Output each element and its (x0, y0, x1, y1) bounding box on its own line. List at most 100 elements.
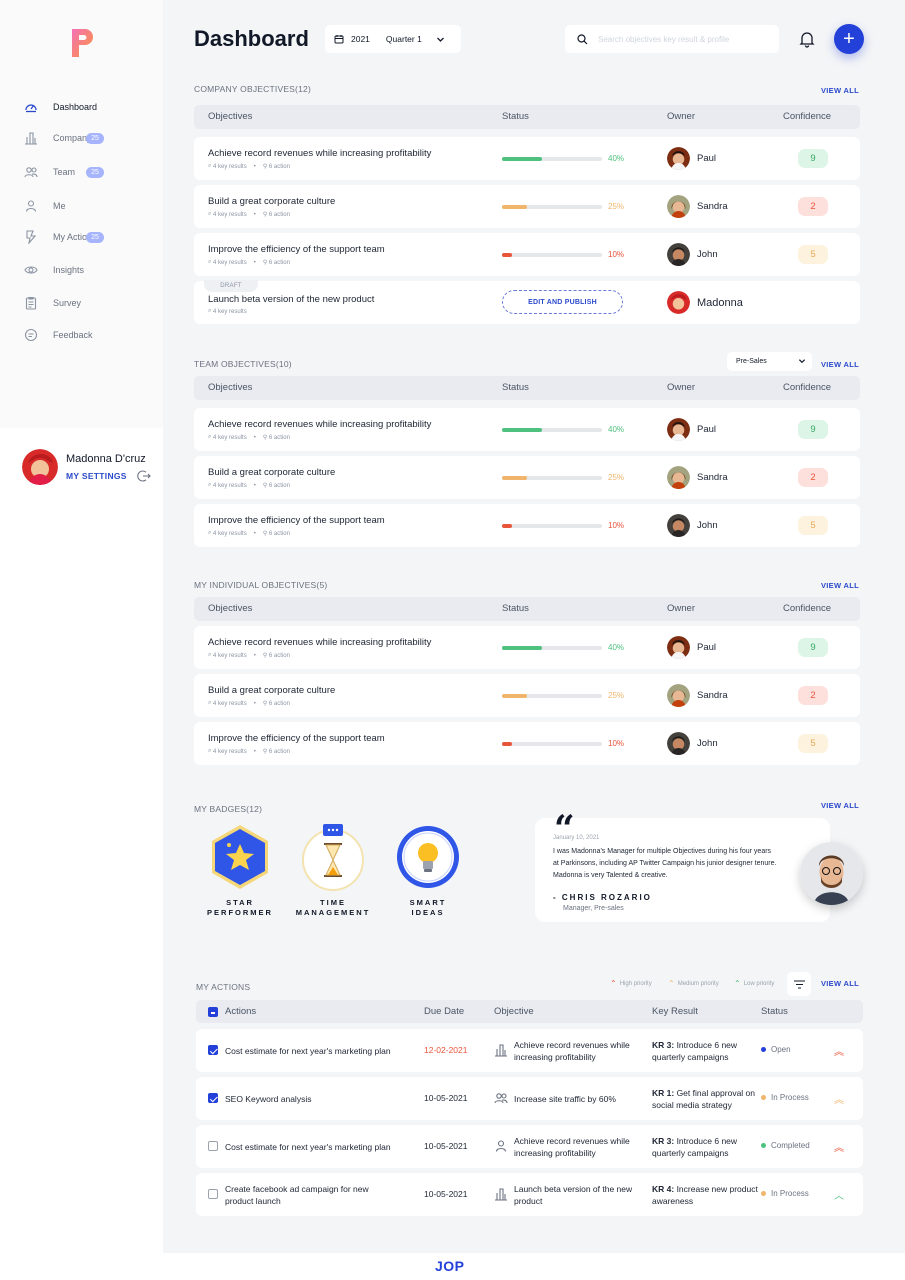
action-name: Cost estimate for next year's marketing … (225, 1046, 391, 1056)
my-settings-link[interactable]: MY SETTINGS (66, 471, 127, 481)
team-filter-value: Pre-Sales (736, 358, 767, 365)
action-count: 6 action (268, 700, 290, 707)
search-input[interactable] (598, 34, 768, 44)
action-count: 6 action (268, 259, 290, 266)
confidence-badge[interactable]: 2 (798, 686, 828, 705)
confidence-badge[interactable]: 5 (798, 734, 828, 753)
nav-label: Dashboard (53, 102, 98, 112)
objective-row[interactable]: Improve the efficiency of the support te… (194, 722, 860, 765)
action-checkbox[interactable] (208, 1045, 218, 1055)
action-name: Create facebook ad campaign for new prod… (225, 1184, 369, 1206)
key-results-count: 4 key results (213, 259, 247, 266)
action-row[interactable]: Cost estimate for next year's marketing … (196, 1125, 863, 1168)
action-objective[interactable]: Achieve record revenues while increasing… (514, 1039, 634, 1063)
confidence-badge[interactable]: 2 (798, 468, 828, 487)
action-objective[interactable]: Increase site traffic by 60% (514, 1093, 634, 1105)
objective-meta: ⌕ 4 key results • ⚲ 6 action (208, 163, 290, 170)
owner: Sandra (667, 684, 728, 707)
confidence-badge[interactable]: 5 (798, 245, 828, 264)
objective-row[interactable]: Improve the efficiency of the support te… (194, 504, 860, 547)
status-label: Open (771, 1045, 791, 1054)
user-profile: Madonna D'cruz MY SETTINGS (22, 449, 162, 489)
progress-bar (502, 694, 602, 698)
team-filter-dropdown[interactable]: Pre-Sales (727, 352, 812, 371)
action-row[interactable]: Cost estimate for next year's marketing … (196, 1029, 863, 1072)
team-view-all-link[interactable]: VIEW ALL (821, 360, 859, 369)
actions-icon (24, 230, 38, 244)
nav-survey[interactable]: Survey (24, 295, 81, 311)
medium-priority-icon: ︽ (834, 1095, 844, 1106)
owner-name: Madonna (697, 296, 743, 309)
user-avatar[interactable] (22, 449, 58, 485)
progress-fill (502, 253, 512, 257)
add-button[interactable]: + (834, 24, 864, 54)
nav-team[interactable]: Team (24, 164, 75, 180)
confidence-badge[interactable]: 9 (798, 149, 828, 168)
separator-dot: • (253, 434, 256, 441)
objective-row[interactable]: Achieve record revenues while increasing… (194, 626, 860, 669)
year-value: 2021 (351, 34, 370, 44)
key-results-count: 4 key results (213, 700, 247, 707)
confidence-badge[interactable]: 9 (798, 420, 828, 439)
progress-fill (502, 524, 512, 528)
sort-filter-button[interactable] (787, 972, 811, 996)
progress-percent: 10% (608, 739, 625, 748)
owner-name: Paul (697, 642, 717, 653)
individual-view-all-link[interactable]: VIEW ALL (821, 581, 859, 590)
objective-row[interactable]: Build a great corporate culture ⌕ 4 key r… (194, 185, 860, 228)
edit-and-publish-button[interactable]: EDIT AND PUBLISH (502, 290, 623, 314)
period-selector[interactable]: 2021 Quarter 1 (325, 25, 461, 53)
progress-fill (502, 205, 527, 209)
separator-dot: • (253, 530, 256, 537)
action-checkbox[interactable] (208, 1189, 218, 1199)
company-view-all-link[interactable]: VIEW ALL (821, 86, 859, 95)
user-icon (24, 199, 38, 213)
progress-percent: 40% (608, 643, 625, 652)
calendar-icon (334, 35, 344, 44)
action-objective[interactable]: Launch beta version of the new product (514, 1183, 634, 1207)
objective-row[interactable]: Achieve record revenues while increasing… (194, 408, 860, 451)
due-date: 10-05-2021 (424, 1093, 468, 1103)
action-row[interactable]: Create facebook ad campaign for new prod… (196, 1173, 863, 1216)
objective-title: Build a great corporate culture (208, 467, 336, 478)
select-all-checkbox[interactable] (208, 1007, 218, 1017)
action-key-result: KR 1: Get final approval on social media… (652, 1087, 762, 1111)
badge-star-performer[interactable] (200, 822, 280, 897)
objective-row[interactable]: Improve the efficiency of the support te… (194, 233, 860, 276)
badge-smart-ideas[interactable] (388, 822, 468, 897)
badges-view-all-link[interactable]: VIEW ALL (821, 801, 859, 810)
nav-dashboard[interactable]: Dashboard (24, 99, 97, 115)
nav-company[interactable]: Company (24, 130, 92, 146)
nav-feedback[interactable]: Feedback (24, 327, 93, 343)
draft-objective-row[interactable]: DRAFT Launch beta version of the new pro… (194, 280, 860, 324)
action-checkbox[interactable] (208, 1141, 218, 1151)
company-icon (494, 1187, 508, 1201)
kr-label: KR 4: (652, 1184, 675, 1194)
nav-insights[interactable]: Insights (24, 262, 84, 278)
objective-row[interactable]: Build a great corporate culture ⌕ 4 key r… (194, 456, 860, 499)
progress-percent: 40% (608, 154, 625, 163)
actions-view-all-link[interactable]: VIEW ALL (821, 979, 859, 988)
notification-bell-icon[interactable] (798, 30, 816, 48)
nav-me[interactable]: Me (24, 198, 66, 214)
confidence-badge[interactable]: 5 (798, 516, 828, 535)
confidence-badge[interactable]: 2 (798, 197, 828, 216)
confidence-badge[interactable]: 9 (798, 638, 828, 657)
individual-table-header: Objectives Status Owner Confidence (194, 597, 860, 621)
action-checkbox[interactable] (208, 1093, 218, 1103)
objective-title: Achieve record revenues while increasing… (208, 419, 432, 430)
logout-icon[interactable] (137, 469, 151, 483)
owner: John (667, 732, 718, 755)
app-logo[interactable] (72, 29, 96, 57)
action-row[interactable]: SEO Keyword analysis 10-05-2021 Increase s… (196, 1077, 863, 1120)
col-objective: Objective (494, 1006, 534, 1017)
action-objective[interactable]: Achieve record revenues while increasing… (514, 1135, 634, 1159)
bulb-badge-icon (397, 826, 459, 888)
search-icon (577, 33, 588, 44)
badge-time-management[interactable] (293, 822, 373, 897)
key-results-count: 4 key results (213, 482, 247, 489)
col-owner: Owner (667, 382, 695, 393)
owner-avatar (667, 466, 690, 489)
objective-row[interactable]: Achieve record revenues while increasing… (194, 137, 860, 180)
objective-row[interactable]: Build a great corporate culture ⌕ 4 key r… (194, 674, 860, 717)
